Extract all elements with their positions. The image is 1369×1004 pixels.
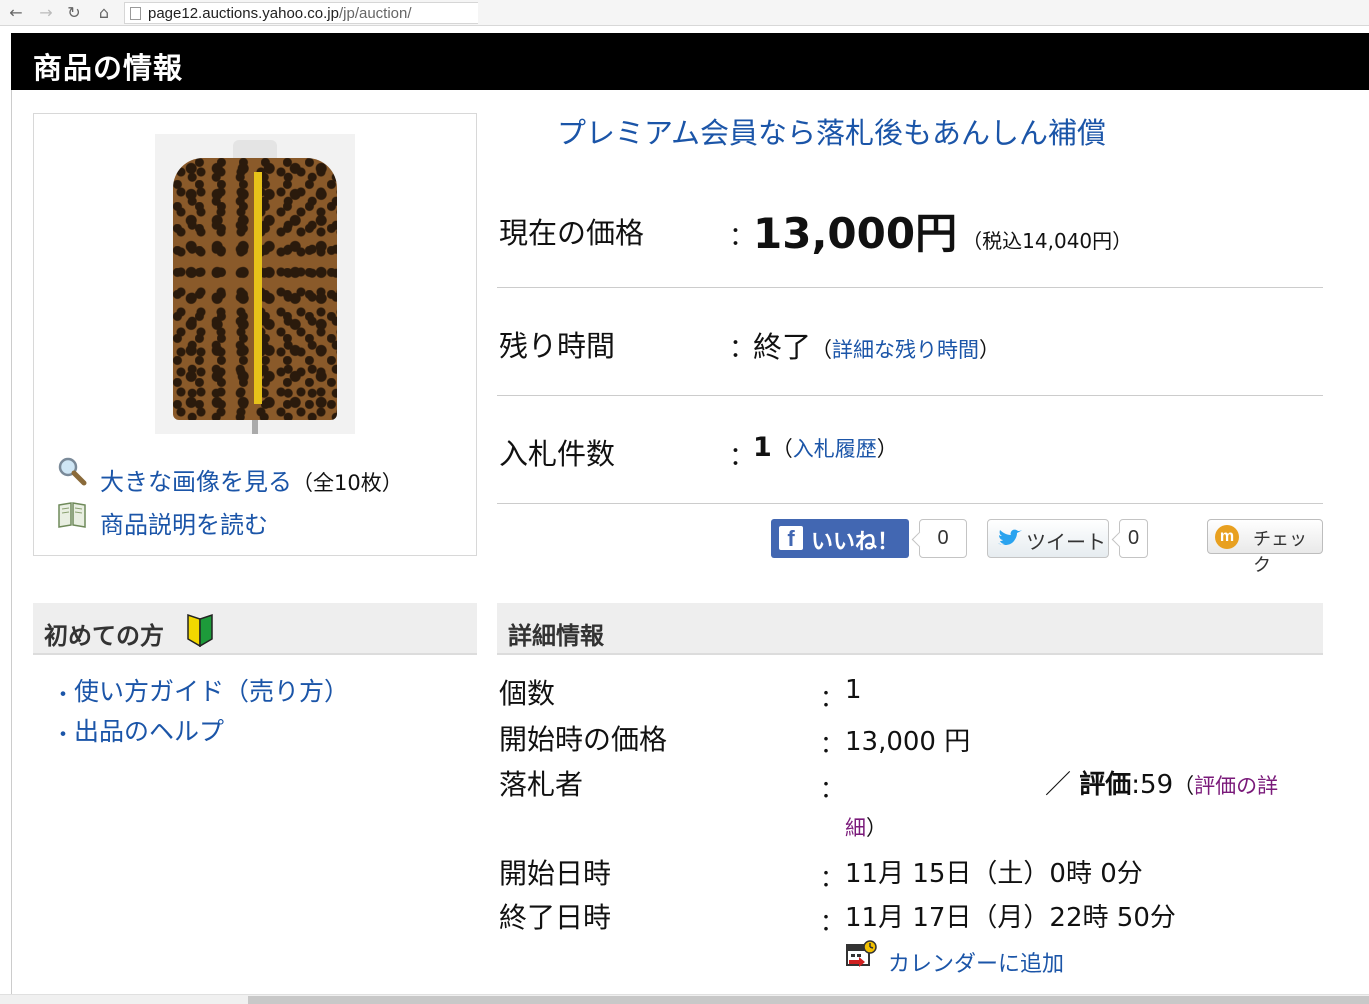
check-label: チェック <box>1253 529 1307 576</box>
beginner-list: ・ 使い方ガイド（売り方） ・ 出品のヘルプ <box>33 671 477 751</box>
bullet: ・ <box>52 683 75 708</box>
rating-value: :59 <box>1131 770 1174 800</box>
mixi-check-button[interactable]: m チェック <box>1207 519 1323 576</box>
beginner-mark-icon <box>187 613 213 647</box>
section-header: 商品の情報 <box>11 33 1369 90</box>
colon: ： <box>820 684 844 712</box>
winner-label: 落札者 <box>499 768 584 801</box>
address-bar[interactable]: page12.auctions.yahoo.co.jp/jp/auction/ <box>124 2 478 24</box>
bid-count: 1 <box>753 432 772 463</box>
rating-label: 評価 <box>1079 770 1132 800</box>
colon: ： <box>820 864 844 892</box>
page-title: 商品の情報 <box>33 51 184 85</box>
beginner-title: 初めての方 <box>44 622 164 650</box>
slash: ／ <box>1045 770 1072 800</box>
colon: ： <box>729 222 756 252</box>
view-large-images-label[interactable]: 大きな画像を見る <box>100 468 292 496</box>
time-left-row: 残り時間 ： 終了（詳細な残り時間） <box>497 288 1323 396</box>
bullet: ・ <box>52 723 75 748</box>
paren-close: ） <box>866 816 887 840</box>
paren-open: （ <box>811 338 833 362</box>
time-left-label: 残り時間 <box>499 329 616 363</box>
like-label: いいね！ <box>811 530 900 555</box>
forward-icon[interactable]: → <box>36 3 56 23</box>
bids-label: 入札件数 <box>499 437 616 471</box>
colon: ： <box>820 908 844 936</box>
back-icon[interactable]: ← <box>6 3 26 23</box>
bid-history-link[interactable]: 入札履歴 <box>793 437 877 461</box>
help-link[interactable]: 出品のヘルプ <box>74 712 224 748</box>
facebook-like-button[interactable]: f いいね！ <box>771 519 909 558</box>
paren-close: ） <box>876 437 898 461</box>
bids-row: 入札件数 ： 1（入札履歴） <box>497 396 1323 504</box>
beginner-box: 初めての方 ・ 使い方ガイド（売り方） ・ 出品のヘルプ <box>33 603 477 751</box>
premium-link[interactable]: プレミアム会員なら落札後もあんしん補償 <box>557 110 1106 152</box>
twitter-bird-icon <box>998 529 1022 546</box>
start-date-value: 11月 15日（土）0時 0分 <box>845 859 1143 889</box>
paren-close: ） <box>979 338 1001 362</box>
colon: ： <box>729 334 756 364</box>
time-left-value: 終了 <box>753 330 812 364</box>
calendar-add-icon <box>846 940 877 967</box>
start-price-label: 開始時の価格 <box>499 723 668 756</box>
reload-icon[interactable]: ↻ <box>64 3 84 23</box>
guide-link[interactable]: 使い方ガイド（売り方） <box>74 672 349 708</box>
tweet-button[interactable]: ツイート <box>987 519 1109 558</box>
page-icon <box>130 7 141 20</box>
book-icon <box>58 502 86 528</box>
rating-detail-link-cont[interactable]: 細 <box>845 816 866 840</box>
colon: ： <box>729 442 756 472</box>
end-date-label: 終了日時 <box>499 901 612 934</box>
like-count: 0 <box>919 519 967 558</box>
facebook-icon: f <box>779 526 803 551</box>
beginner-header: 初めての方 <box>33 603 477 655</box>
detailed-time-link[interactable]: 詳細な残り時間 <box>832 338 979 362</box>
browser-toolbar: ← → ↻ ⌂ page12.auctions.yahoo.co.jp/jp/a… <box>0 0 1369 26</box>
tweet-label: ツイート <box>1026 530 1106 554</box>
tweet-count: 0 <box>1119 519 1148 558</box>
paren-open: （ <box>771 437 793 461</box>
colon: ： <box>820 730 844 758</box>
quantity-label: 個数 <box>499 677 556 710</box>
list-item: ・ 出品のヘルプ <box>33 711 477 751</box>
magnifier-icon <box>58 457 87 486</box>
read-description-label[interactable]: 商品説明を読む <box>100 505 268 540</box>
scrollbar-thumb[interactable] <box>248 996 1369 1004</box>
details-title: 詳細情報 <box>508 622 604 650</box>
details-header: 詳細情報 <box>497 603 1323 655</box>
horizontal-scrollbar[interactable] <box>0 994 1369 1004</box>
url-text: page12.auctions.yahoo.co.jp/jp/auction/ <box>148 5 412 22</box>
colon: ： <box>820 775 844 803</box>
home-icon[interactable]: ⌂ <box>94 3 114 23</box>
photo-box: 大きな画像を見る（全10枚） 商品説明を読む <box>33 113 477 556</box>
list-item: ・ 使い方ガイド（売り方） <box>33 671 477 711</box>
start-date-label: 開始日時 <box>499 857 612 890</box>
cardigan-placket <box>254 172 262 404</box>
current-price: 13,000円 <box>753 209 958 258</box>
price-label: 現在の価格 <box>499 216 645 250</box>
mixi-icon: m <box>1215 525 1239 549</box>
product-photo[interactable] <box>155 134 355 434</box>
start-price-value: 13,000 円 <box>845 727 971 757</box>
price-with-tax: （税込14,040円） <box>962 229 1133 253</box>
end-date-value: 11月 17日（月）22時 50分 <box>845 903 1176 933</box>
image-count-note: （全10枚） <box>292 471 403 495</box>
quantity-value: 1 <box>845 675 862 705</box>
paren-open: （ <box>1173 774 1195 798</box>
add-to-calendar-link[interactable]: カレンダーに追加 <box>888 946 1064 978</box>
rating-detail-link[interactable]: 評価の詳 <box>1194 774 1278 798</box>
mannequin-stand <box>252 420 258 434</box>
price-row: 現在の価格 ： 13,000円 （税込14,040円） <box>497 180 1323 288</box>
